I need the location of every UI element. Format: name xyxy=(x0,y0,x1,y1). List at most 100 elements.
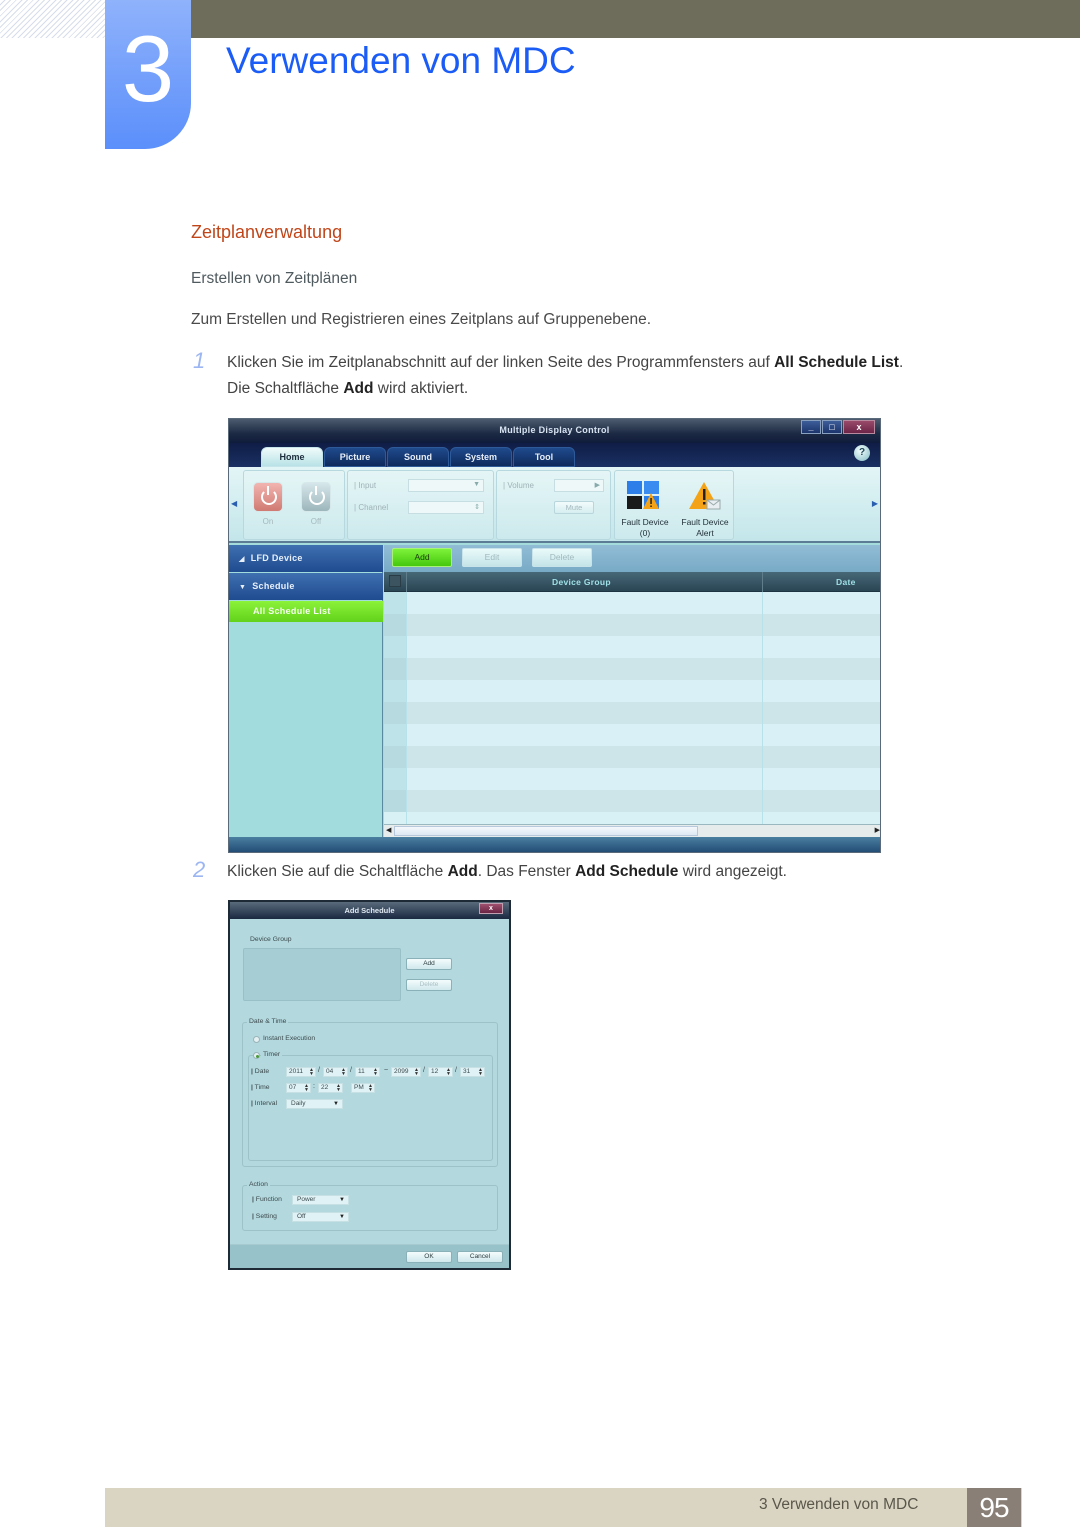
row-selector[interactable] xyxy=(384,680,406,702)
table-row[interactable] xyxy=(384,724,880,746)
step-text: Klicken Sie auf die Schaltfläche Add. Da… xyxy=(227,859,787,885)
spin-arrows-icon[interactable]: ▲ ▼ xyxy=(309,1068,314,1077)
fault-alert-icon[interactable] xyxy=(689,481,721,511)
step-emphasis: Add Schedule xyxy=(575,863,679,880)
spin-arrows-icon[interactable]: ▲ ▼ xyxy=(478,1068,483,1077)
power-off-button[interactable] xyxy=(301,482,331,512)
sidebar: ◢ LFD Device ▼ Schedule All Schedule List xyxy=(229,545,383,837)
scroll-left-icon[interactable]: ◀ xyxy=(386,826,391,834)
row-selector[interactable] xyxy=(384,790,406,812)
row-selector[interactable] xyxy=(384,768,406,790)
time-minute[interactable]: 22 ▲ ▼ xyxy=(318,1083,343,1093)
function-select[interactable]: Power ▼ xyxy=(292,1195,349,1205)
scroll-right-icon[interactable]: ▶ xyxy=(875,826,880,834)
column-header-device-group[interactable]: Device Group xyxy=(552,577,611,587)
date-time-legend: Date & Time xyxy=(247,1018,289,1025)
spin-arrows-icon[interactable]: ▲ ▼ xyxy=(336,1084,341,1093)
minimize-button[interactable]: _ xyxy=(801,420,821,434)
add-button[interactable]: Add xyxy=(392,548,452,567)
table-row[interactable] xyxy=(384,790,880,812)
row-selector[interactable] xyxy=(384,658,406,680)
channel-stepper[interactable]: ⇕ xyxy=(408,501,484,514)
date-range-tilde: ~ xyxy=(384,1067,389,1074)
ok-button[interactable]: OK xyxy=(406,1251,452,1263)
fault-device-icon[interactable] xyxy=(627,481,659,511)
date-to-year[interactable]: 2099 ▲ ▼ xyxy=(391,1067,421,1077)
date-to-day[interactable]: 31 ▲ ▼ xyxy=(460,1067,485,1077)
input-label: | Input xyxy=(354,481,377,490)
horizontal-scrollbar[interactable]: ◀ ▶ xyxy=(384,824,880,837)
date-from-month[interactable]: 04 ▲ ▼ xyxy=(323,1067,348,1077)
row-selector[interactable] xyxy=(384,746,406,768)
fault-device-label: Fault Device (0) xyxy=(615,517,675,539)
volume-slider[interactable]: ▶ xyxy=(554,479,604,492)
row-selector[interactable] xyxy=(384,636,406,658)
interval-label: | Interval xyxy=(251,1100,278,1107)
ribbon-scroll-right-icon[interactable]: ▶ xyxy=(872,499,878,508)
device-group-add-button[interactable]: Add xyxy=(406,958,452,970)
row-selector[interactable] xyxy=(384,702,406,724)
select-all-checkbox[interactable] xyxy=(389,575,401,587)
window-title: Multiple Display Control xyxy=(499,425,610,435)
sidebar-item-schedule[interactable]: ▼ Schedule xyxy=(229,573,383,600)
tab-sound[interactable]: Sound xyxy=(387,447,449,467)
scrollbar-thumb[interactable] xyxy=(394,826,698,836)
sidebar-item-all-schedule-list[interactable]: All Schedule List xyxy=(229,601,383,622)
mute-button[interactable]: Mute xyxy=(554,501,594,514)
table-row[interactable] xyxy=(384,702,880,724)
row-selector[interactable] xyxy=(384,614,406,636)
tab-home[interactable]: Home xyxy=(261,447,323,467)
edit-button[interactable]: Edit xyxy=(462,548,522,567)
header-hatch-decoration xyxy=(0,0,105,38)
input-select[interactable]: ▼ xyxy=(408,479,484,492)
time-label-text: Time xyxy=(254,1084,270,1091)
device-group-list[interactable] xyxy=(243,948,401,1001)
spin-arrows-icon[interactable]: ▲ ▼ xyxy=(414,1068,419,1077)
maximize-button[interactable]: □ xyxy=(822,420,842,434)
interval-select[interactable]: Daily ▼ xyxy=(286,1099,343,1109)
device-group-delete-button[interactable]: Delete xyxy=(406,979,452,991)
close-button[interactable]: x xyxy=(843,420,875,434)
spin-arrows-icon[interactable]: ▲ ▼ xyxy=(373,1068,378,1077)
date-to-month[interactable]: 12 ▲ ▼ xyxy=(428,1067,453,1077)
instant-execution-radio[interactable] xyxy=(253,1036,260,1043)
time-hour[interactable]: 07 ▲ ▼ xyxy=(286,1083,311,1093)
sidebar-item-lfd-device[interactable]: ◢ LFD Device xyxy=(229,545,383,572)
table-row[interactable] xyxy=(384,592,880,614)
volume-label: | Volume xyxy=(503,481,534,490)
help-icon[interactable]: ? xyxy=(854,445,870,461)
chapter-title: Verwenden von MDC xyxy=(226,40,576,81)
setting-select[interactable]: Off ▼ xyxy=(292,1212,349,1222)
time-ampm[interactable]: PM ▲ ▼ xyxy=(351,1083,375,1093)
row-selector[interactable] xyxy=(384,592,406,614)
intro-paragraph: Zum Erstellen und Registrieren eines Zei… xyxy=(191,311,652,328)
timer-radio[interactable] xyxy=(253,1052,260,1059)
table-row[interactable] xyxy=(384,768,880,790)
page-number: 95 xyxy=(967,1488,1021,1527)
delete-button[interactable]: Delete xyxy=(532,548,592,567)
row-selector[interactable] xyxy=(384,724,406,746)
table-row[interactable] xyxy=(384,658,880,680)
table-row[interactable] xyxy=(384,680,880,702)
power-on-label: On xyxy=(262,517,274,526)
table-row[interactable] xyxy=(384,636,880,658)
dialog-close-button[interactable]: x xyxy=(479,903,503,914)
spin-arrows-icon[interactable]: ▲ ▼ xyxy=(304,1084,309,1093)
cancel-button[interactable]: Cancel xyxy=(457,1251,503,1263)
schedule-toolbar: Add Edit Delete xyxy=(384,545,880,572)
tab-system[interactable]: System xyxy=(450,447,512,467)
date-from-year[interactable]: 2011 ▲ ▼ xyxy=(286,1067,316,1077)
ribbon-scroll-left-icon[interactable]: ◀ xyxy=(231,499,237,508)
table-row[interactable] xyxy=(384,614,880,636)
tab-picture[interactable]: Picture xyxy=(324,447,386,467)
date-separator: / xyxy=(423,1067,425,1074)
tab-tool[interactable]: Tool xyxy=(513,447,575,467)
column-header-date[interactable]: Date xyxy=(836,577,856,587)
spin-arrows-icon[interactable]: ▲ ▼ xyxy=(341,1068,346,1077)
power-on-button[interactable] xyxy=(253,482,283,512)
spin-value: 31 xyxy=(463,1068,471,1075)
spin-arrows-icon[interactable]: ▲ ▼ xyxy=(446,1068,451,1077)
table-row[interactable] xyxy=(384,746,880,768)
date-from-day[interactable]: 11 ▲ ▼ xyxy=(355,1067,380,1077)
spin-arrows-icon[interactable]: ▲ ▼ xyxy=(368,1084,373,1093)
